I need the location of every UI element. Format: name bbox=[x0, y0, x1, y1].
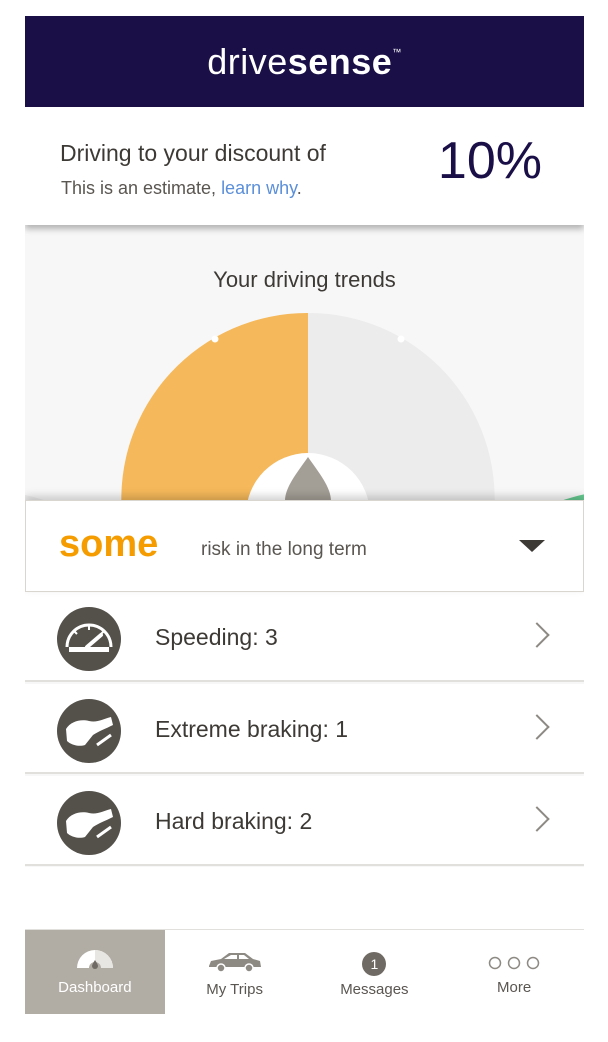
event-label: Extreme braking: 1 bbox=[155, 716, 349, 742]
app-header: drivesense™ bbox=[25, 16, 584, 107]
chevron-right-icon bbox=[524, 622, 550, 648]
learn-why-link[interactable]: learn why bbox=[221, 178, 297, 198]
discount-heading: Driving to your discount of bbox=[60, 140, 326, 166]
car-icon bbox=[208, 953, 261, 973]
risk-level-word: some bbox=[59, 523, 159, 565]
tab-dashboard[interactable]: Dashboard bbox=[25, 930, 165, 1014]
speedometer-icon bbox=[57, 607, 121, 671]
discount-estimate-note: This is an estimate, learn why. bbox=[61, 178, 302, 198]
more-dots-icon bbox=[488, 956, 540, 970]
tab-label: More bbox=[497, 979, 532, 996]
event-label: Hard braking: 2 bbox=[155, 808, 313, 834]
event-row-hard-braking[interactable]: Hard braking: 2 bbox=[25, 776, 584, 866]
brake-shoe-icon bbox=[57, 791, 121, 855]
drivesense-logo: drivesense™ bbox=[207, 40, 402, 82]
driving-trends-section: Your driving trends bbox=[25, 225, 584, 515]
tab-label: Dashboard bbox=[58, 979, 132, 996]
event-row-extreme-braking[interactable]: Extreme braking: 1 bbox=[25, 684, 584, 774]
discount-card: Driving to your discount of This is an e… bbox=[25, 107, 584, 225]
trends-title: Your driving trends bbox=[213, 267, 396, 292]
tab-label: My Trips bbox=[206, 981, 263, 998]
gauge-tick-dot bbox=[397, 335, 405, 343]
tab-more[interactable]: More bbox=[444, 930, 584, 1014]
gauge-tick-dot bbox=[211, 335, 219, 343]
risk-level-dropdown[interactable]: some risk in the long term bbox=[25, 500, 584, 592]
risk-description: risk in the long term bbox=[201, 539, 367, 560]
tab-messages[interactable]: 1 Messages bbox=[305, 930, 445, 1014]
discount-percentage: 10% bbox=[437, 132, 542, 190]
bottom-tab-bar: Dashboard My Trips 1 Messages More bbox=[25, 929, 584, 1014]
chevron-right-icon bbox=[524, 806, 550, 832]
event-label: Speeding: 3 bbox=[155, 624, 278, 650]
app-screen: drivesense™ Driving to your discount of … bbox=[25, 16, 584, 1014]
tab-my-trips[interactable]: My Trips bbox=[165, 930, 305, 1014]
dashboard-gauge-icon bbox=[76, 950, 113, 970]
event-row-speeding[interactable]: Speeding: 3 bbox=[25, 592, 584, 682]
message-badge-icon: 1 bbox=[362, 952, 387, 976]
tab-label: Messages bbox=[340, 981, 409, 998]
caret-down-icon[interactable] bbox=[519, 540, 545, 552]
list-spacer bbox=[25, 867, 584, 929]
brake-shoe-icon bbox=[57, 699, 121, 763]
chevron-right-icon bbox=[524, 714, 550, 740]
